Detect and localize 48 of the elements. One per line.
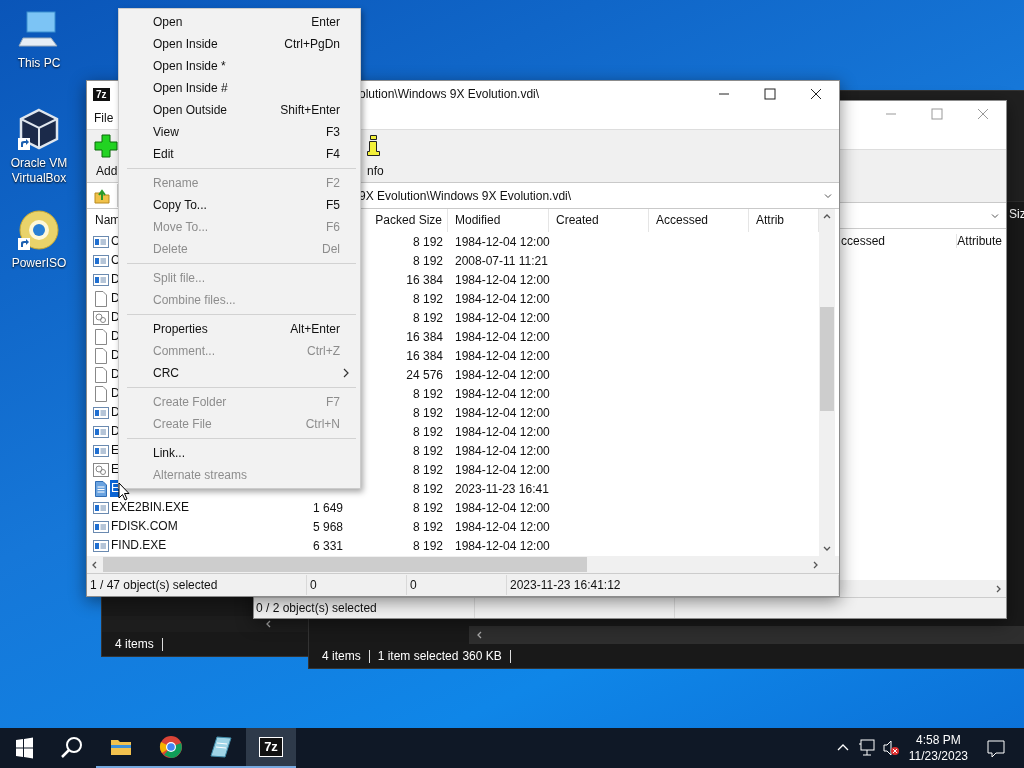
table-cell: 2023-11-23 16:41 <box>455 481 549 496</box>
table-cell: 8 192 <box>412 310 443 325</box>
table-cell: 8 192 <box>412 253 443 268</box>
table-cell: 6 331 <box>312 538 343 553</box>
table-cell: 1984-12-04 12:00 <box>455 424 550 439</box>
status-text: 1 item selected <box>377 649 459 663</box>
table-cell: 1984-12-04 12:00 <box>455 386 550 401</box>
table-cell: 8 192 <box>412 443 443 458</box>
table-cell: 1984-12-04 12:00 <box>455 538 550 553</box>
table-cell: 2008-07-11 11:21 <box>455 253 548 268</box>
table-cell: 1984-12-04 12:00 <box>455 272 550 287</box>
table-cell: 16 384 <box>406 272 443 287</box>
table-cell: 1984-12-04 12:00 <box>455 348 550 363</box>
status-text: 0 / 2 object(s) selected <box>255 601 378 615</box>
table-cell: 8 192 <box>412 462 443 477</box>
table-cell: 8 192 <box>412 500 443 515</box>
status-text: 1 / 47 object(s) selected <box>87 575 307 595</box>
window-title: olution\Windows 9X Evolution.vdi\ <box>359 87 541 101</box>
table-cell: 1984-12-04 12:00 <box>455 310 550 325</box>
table-cell: 5 968 <box>312 519 343 534</box>
table-cell: 1 649 <box>312 500 343 515</box>
table-cell: 1984-12-04 12:00 <box>455 234 550 249</box>
table-cell: 1984-12-04 12:00 <box>455 443 550 458</box>
table-cell: 8 192 <box>412 234 443 249</box>
table-cell: 1984-12-04 12:00 <box>455 405 550 420</box>
table-cell: 1984-12-04 12:00 <box>455 500 550 515</box>
table-cell: 1984-12-04 12:00 <box>455 329 550 344</box>
table-cell: 8 192 <box>412 424 443 439</box>
table-cell: 8 192 <box>412 538 443 553</box>
table-cell: 16 384 <box>406 348 443 363</box>
table-cell: 8 192 <box>412 386 443 401</box>
status-text: 4 items <box>115 637 154 651</box>
table-cell: 8 192 <box>412 481 443 496</box>
table-cell: 1984-12-04 12:00 <box>455 462 550 477</box>
app-logo: 7z <box>93 87 110 101</box>
table-cell: 16 384 <box>406 329 443 344</box>
table-cell: 8 192 <box>412 405 443 420</box>
status-text: 4 items <box>322 649 361 663</box>
table-cell: 24 576 <box>406 367 443 382</box>
table-cell: 8 192 <box>412 519 443 534</box>
status-text: 0 <box>307 575 407 595</box>
table-cell: 1984-12-04 12:00 <box>455 367 550 382</box>
status-text: 360 KB <box>462 649 502 663</box>
table-cell: 1984-12-04 12:00 <box>455 519 550 534</box>
table-cell: 1984-12-04 12:00 <box>455 291 550 306</box>
status-text: 2023-11-23 16:41:12 <box>507 575 839 595</box>
status-text: 0 <box>407 575 507 595</box>
table-cell: 8 192 <box>412 291 443 306</box>
